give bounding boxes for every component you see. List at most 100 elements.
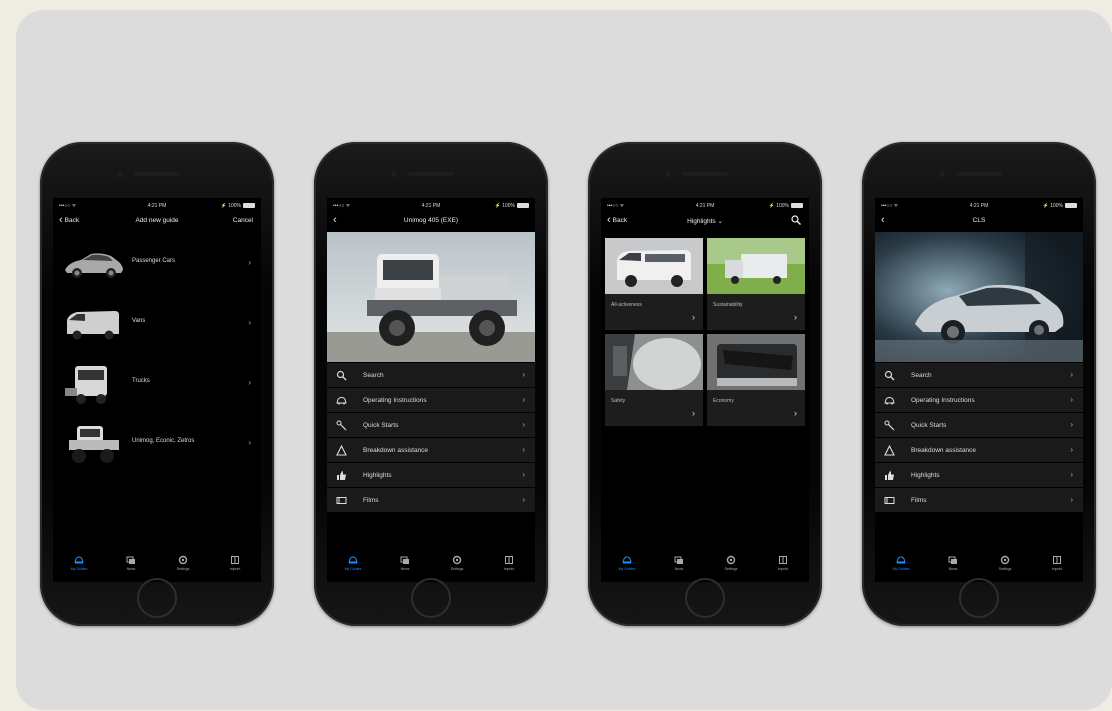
cancel-button[interactable]: Cancel xyxy=(233,217,253,224)
tab-my-guides[interactable]: My Guides xyxy=(59,550,99,582)
highlight-tile-safety[interactable]: Safety › xyxy=(605,334,703,426)
back-button[interactable]: ‹ xyxy=(881,215,885,226)
home-button[interactable] xyxy=(411,578,451,618)
tab-news[interactable]: News xyxy=(933,550,973,582)
front-camera xyxy=(117,171,123,177)
speaker-grille xyxy=(134,172,180,176)
car-icon xyxy=(884,396,895,405)
highlight-tile-sustainability[interactable]: Sustainability › xyxy=(707,238,805,330)
tab-settings[interactable]: Settings xyxy=(163,550,203,582)
tab-imprint[interactable]: Imprint xyxy=(763,550,803,582)
list-item-trucks[interactable]: Trucks › xyxy=(53,356,261,412)
list-item-label: Vans xyxy=(132,318,146,324)
list-item-vans[interactable]: Vans › xyxy=(53,296,261,352)
battery-icon xyxy=(517,203,529,208)
highlight-tile-economy[interactable]: Economy › xyxy=(707,334,805,426)
home-button[interactable] xyxy=(137,578,177,618)
tab-news[interactable]: News xyxy=(659,550,699,582)
key-icon xyxy=(336,420,347,431)
phone-highlights: •••○○ ᯤ 4:21 PM ⚡ 100% ‹ Back Highlights… xyxy=(588,142,822,626)
tab-label: Imprint xyxy=(1051,567,1063,571)
menu-item-quick-starts[interactable]: Quick Starts › xyxy=(875,413,1083,438)
car-icon xyxy=(74,556,84,564)
tab-my-guides[interactable]: My Guides xyxy=(881,550,921,582)
tab-label: My Guides xyxy=(892,567,910,571)
menu-item-operating-instructions[interactable]: Operating Instructions › xyxy=(875,388,1083,413)
menu-item-quick-starts[interactable]: Quick Starts › xyxy=(327,413,535,438)
chevron-left-icon: ‹ xyxy=(59,214,63,226)
tab-label: News xyxy=(674,567,684,571)
film-icon xyxy=(884,497,895,504)
imprint-icon xyxy=(779,556,787,564)
menu-item-highlights[interactable]: Highlights › xyxy=(327,463,535,488)
back-button[interactable]: ‹ Back xyxy=(607,215,627,226)
battery-percent: ⚡ 100% xyxy=(768,203,789,209)
list-item-label: Unimog, Econic, Zetros xyxy=(132,438,195,444)
menu-item-search[interactable]: Search › xyxy=(327,363,535,388)
home-button[interactable] xyxy=(685,578,725,618)
tab-label: My Guides xyxy=(344,567,362,571)
tab-my-guides[interactable]: My Guides xyxy=(333,550,373,582)
chevron-right-icon: › xyxy=(522,370,525,379)
tab-my-guides[interactable]: My Guides xyxy=(607,550,647,582)
front-camera xyxy=(939,171,945,177)
tab-settings[interactable]: Settings xyxy=(437,550,477,582)
page-title: Add new guide xyxy=(135,217,179,224)
list-item-label: Trucks xyxy=(132,378,150,384)
menu-item-breakdown-assistance[interactable]: Breakdown assistance › xyxy=(327,438,535,463)
passenger-car-image xyxy=(65,253,123,278)
menu-item-label: Search xyxy=(911,372,932,379)
menu-item-label: Breakdown assistance xyxy=(363,447,429,454)
news-icon xyxy=(674,556,683,564)
guide-menu: Search › Operating Instructions › Quick … xyxy=(875,363,1083,513)
tile-label: Economy xyxy=(713,398,734,404)
tab-settings[interactable]: Settings xyxy=(711,550,751,582)
screen: •••○○ ᯤ 4:21 PM ⚡ 100% ‹ CLS Search › Op… xyxy=(875,198,1083,582)
highlight-tile-all-activeness[interactable]: All-activeness › xyxy=(605,238,703,330)
menu-item-operating-instructions[interactable]: Operating Instructions › xyxy=(327,388,535,413)
tab-imprint[interactable]: Imprint xyxy=(489,550,529,582)
chevron-right-icon: › xyxy=(1070,395,1073,404)
tab-label: Settings xyxy=(998,567,1012,571)
tab-settings[interactable]: Settings xyxy=(985,550,1025,582)
chevron-right-icon: › xyxy=(522,395,525,404)
menu-item-breakdown-assistance[interactable]: Breakdown assistance › xyxy=(875,438,1083,463)
tile-label: Sustainability xyxy=(713,302,743,308)
tile-label: Safety xyxy=(611,398,626,404)
battery-icon xyxy=(243,203,255,208)
tab-news[interactable]: News xyxy=(385,550,425,582)
phone-add-new-guide: •••○○ ᯤ 4:21 PM ⚡ 100% ‹ Back Add new gu… xyxy=(40,142,274,626)
airbag-photo xyxy=(605,334,703,390)
tab-label: Imprint xyxy=(229,567,241,571)
search-icon[interactable] xyxy=(791,215,801,225)
menu-item-label: Films xyxy=(363,497,379,504)
menu-item-label: Highlights xyxy=(911,472,940,479)
tab-imprint[interactable]: Imprint xyxy=(1037,550,1077,582)
tab-label: My Guides xyxy=(618,567,636,571)
menu-item-search[interactable]: Search › xyxy=(875,363,1083,388)
imprint-icon xyxy=(231,556,239,564)
storage-compartment-photo xyxy=(707,334,805,390)
search-icon xyxy=(884,370,895,381)
cls-hero-image xyxy=(875,232,1083,362)
back-button[interactable]: ‹ xyxy=(333,215,337,226)
tab-imprint[interactable]: Imprint xyxy=(215,550,255,582)
key-icon xyxy=(884,420,895,431)
page-title[interactable]: Highlights ⌄ xyxy=(641,217,769,225)
front-camera xyxy=(665,171,671,177)
car-icon xyxy=(348,556,358,564)
status-bar: •••○○ ᯤ 4:21 PM ⚡ 100% xyxy=(601,200,809,212)
tab-news[interactable]: News xyxy=(111,550,151,582)
menu-item-label: Highlights xyxy=(363,472,392,479)
menu-item-films[interactable]: Films › xyxy=(327,488,535,513)
chevron-right-icon: › xyxy=(522,445,525,454)
list-item-passenger-cars[interactable]: Passenger Cars › xyxy=(53,236,261,292)
home-button[interactable] xyxy=(959,578,999,618)
menu-item-highlights[interactable]: Highlights › xyxy=(875,463,1083,488)
news-icon xyxy=(948,556,957,564)
back-button[interactable]: ‹ Back xyxy=(59,214,79,226)
list-item-unimog[interactable]: Unimog, Econic, Zetros › xyxy=(53,416,261,472)
tab-label: Imprint xyxy=(503,567,515,571)
chevron-right-icon: › xyxy=(794,312,797,322)
menu-item-films[interactable]: Films › xyxy=(875,488,1083,513)
